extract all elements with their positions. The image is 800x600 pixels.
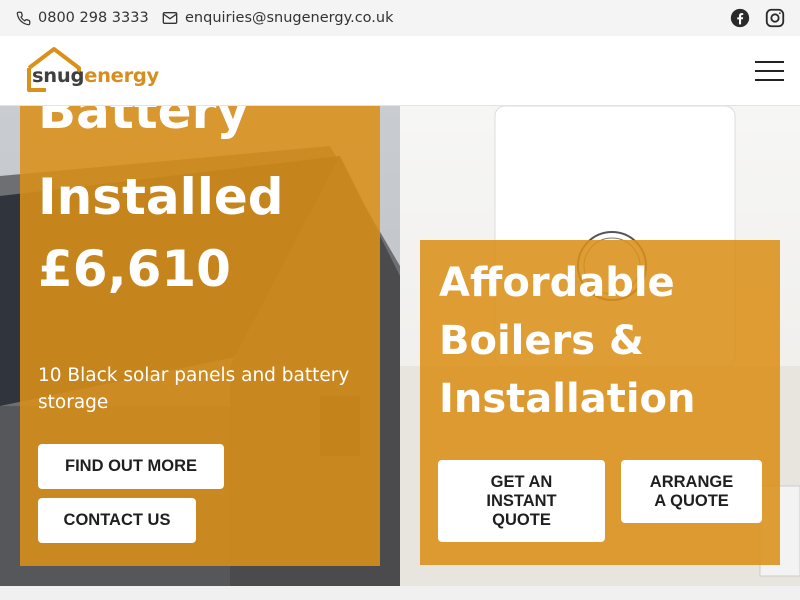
solar-offer-panel: Battery Installed £6,610 10 Black solar … (20, 106, 380, 566)
boiler-offer-panel: Affordable Boilers & Installation GET AN… (420, 240, 780, 565)
logo-snug-text: snug (32, 64, 85, 87)
page-bottom-strip (0, 586, 800, 600)
hamburger-menu-icon[interactable] (755, 58, 785, 84)
email-contact[interactable]: enquiries@snugenergy.co.uk (162, 0, 394, 36)
phone-contact[interactable]: 0800 298 3333 (16, 0, 149, 36)
boiler-heading-line-2: Boilers & (439, 318, 644, 364)
hero-price: £6,610 (38, 240, 231, 298)
facebook-icon[interactable] (729, 7, 751, 29)
hero-heading-line-2: Installed (38, 168, 284, 226)
find-out-more-button[interactable]: FIND OUT MORE (38, 444, 224, 489)
boiler-heading-line-1: Affordable (439, 260, 675, 306)
site-header: snugenergy (0, 36, 800, 106)
email-address[interactable]: enquiries@snugenergy.co.uk (185, 10, 394, 26)
instagram-icon[interactable] (764, 7, 786, 29)
top-bar: 0800 298 3333 enquiries@snugenergy.co.uk (0, 0, 800, 36)
logo-energy-text: energy (84, 64, 159, 87)
arrange-quote-button[interactable]: ARRANGE A QUOTE (621, 460, 762, 523)
get-instant-quote-label: GET AN INSTANT QUOTE (486, 472, 557, 529)
phone-number[interactable]: 0800 298 3333 (38, 10, 149, 26)
hero-subtitle: 10 Black solar panels and battery storag… (38, 365, 350, 413)
hero-heading-line-1: Battery (38, 106, 249, 140)
boiler-heading-line-3: Installation (439, 376, 696, 422)
contact-us-button[interactable]: CONTACT US (38, 498, 196, 543)
snugenergy-logo[interactable]: snugenergy (26, 46, 159, 96)
logo-wordmark: snugenergy (32, 64, 159, 87)
phone-icon (16, 11, 31, 25)
boiler-hero-slide: Affordable Boilers & Installation GET AN… (400, 106, 800, 586)
get-instant-quote-button[interactable]: GET AN INSTANT QUOTE (438, 460, 605, 542)
envelope-icon (162, 12, 178, 24)
arrange-quote-label: ARRANGE A QUOTE (649, 472, 734, 510)
solar-hero-slide: Battery Installed £6,610 10 Black solar … (0, 106, 400, 586)
